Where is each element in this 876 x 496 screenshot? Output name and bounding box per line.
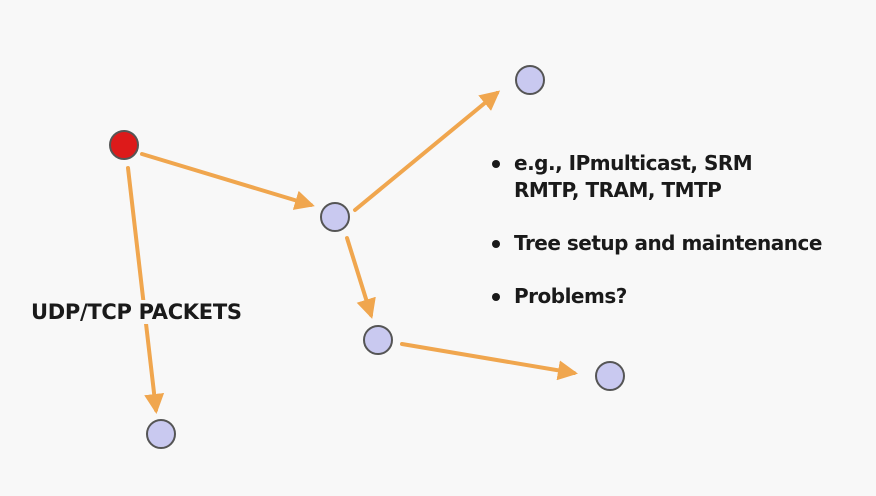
middle-node [363,325,393,355]
bullet-problems-text: Problems? [514,284,627,308]
bullet-list: e.g., IPmulticast, SRM RMTP, TRAM, TMTP … [490,150,860,336]
top-right-node [515,65,545,95]
edge-hub-to-top-right [353,90,501,212]
edge-middle-to-right [400,342,578,381]
packets-label: UDP/TCP PACKETS [27,300,246,324]
bullet-tree-setup-text: Tree setup and maintenance [514,231,822,255]
bottom-left-node [146,419,176,449]
slide: UDP/TCP PACKETS e.g., IPmulticast, SRM R… [0,0,876,496]
source-node [109,130,139,160]
bullet-protocols: e.g., IPmulticast, SRM RMTP, TRAM, TMTP [490,150,860,204]
edge-hub-to-middle [345,236,376,319]
right-node [595,361,625,391]
bullet-tree-setup: Tree setup and maintenance [490,230,860,257]
hub-node [320,202,350,232]
bullet-problems: Problems? [490,283,860,310]
bullet-protocols-line2: RMTP, TRAM, TMTP [514,178,722,202]
edge-source-to-bottom-left [126,166,165,414]
bullet-protocols-line1: e.g., IPmulticast, SRM [514,151,753,175]
edge-source-to-hub [140,152,315,210]
